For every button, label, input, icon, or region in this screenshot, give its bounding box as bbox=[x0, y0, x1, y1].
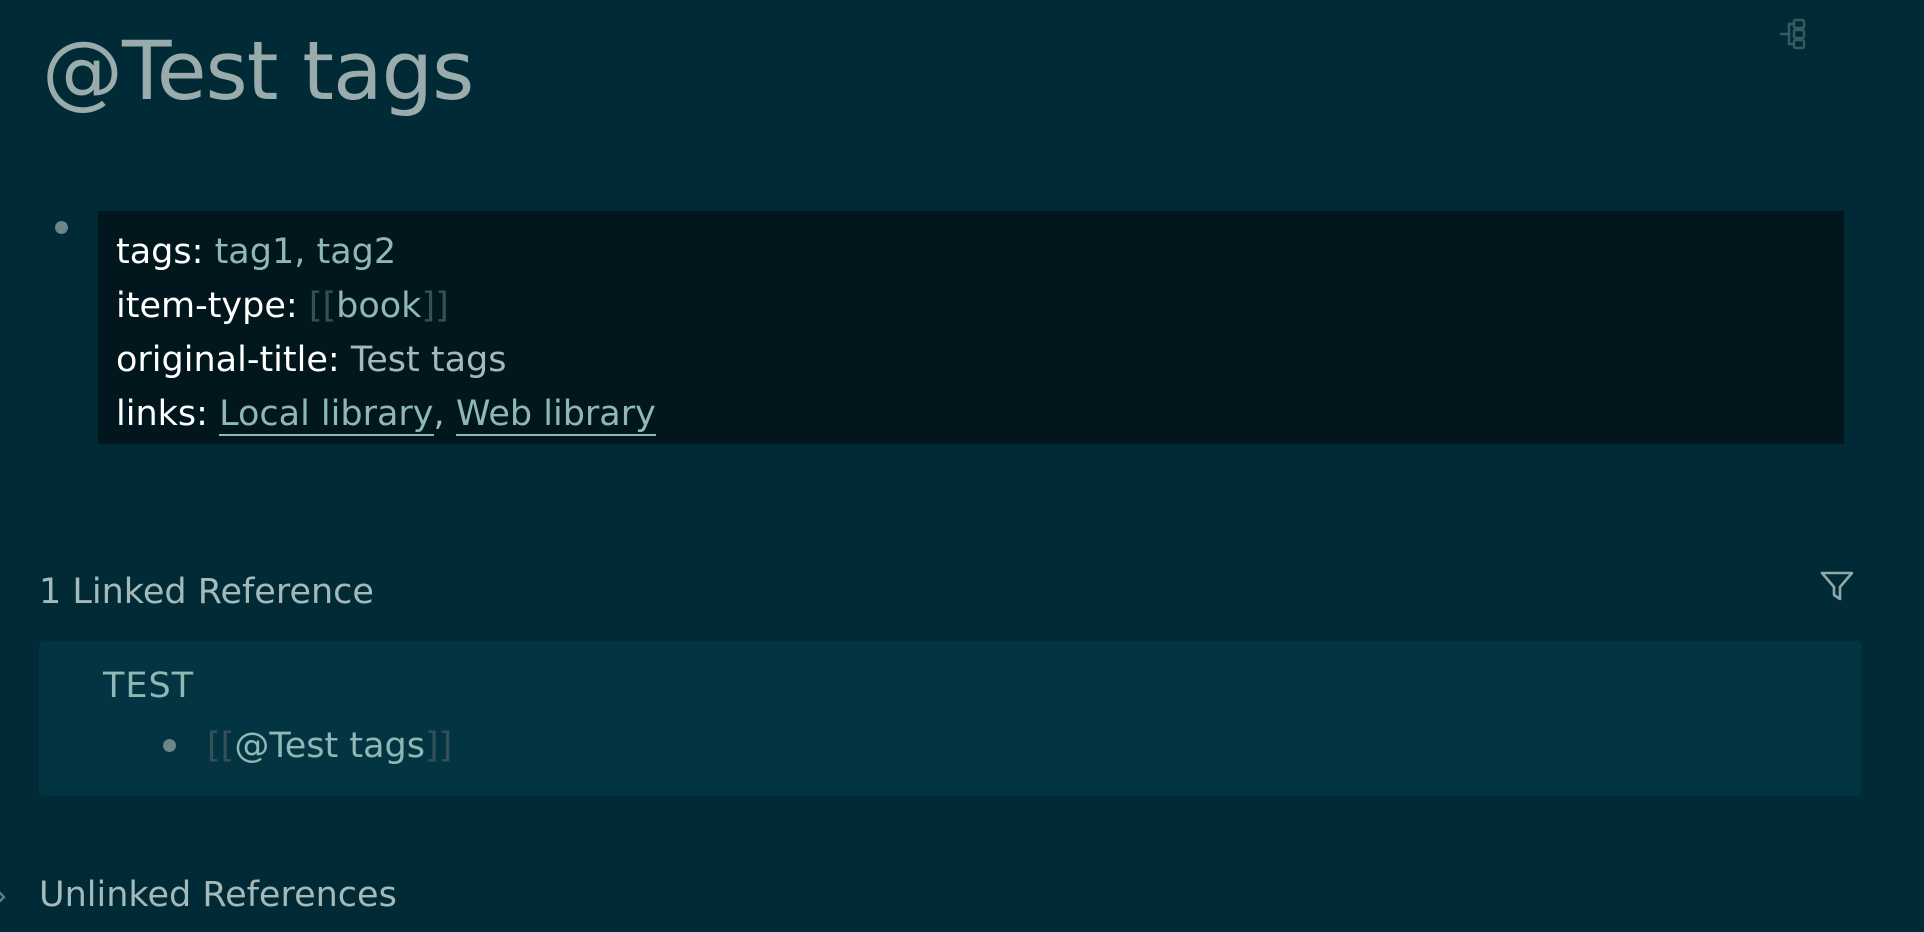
filter-icon[interactable] bbox=[1818, 567, 1856, 605]
property-key: original-title bbox=[116, 340, 328, 380]
reference-block-content[interactable]: [[@Test tags]] bbox=[207, 719, 452, 773]
property-row-item-type: item-type: [[book]] bbox=[116, 279, 1844, 333]
unlinked-references-toggle[interactable]: Unlinked References bbox=[39, 871, 397, 919]
bracket-open: [[ bbox=[308, 286, 337, 326]
linked-reference-panel: TEST [[@Test tags]] bbox=[39, 641, 1862, 796]
outline-toggle-icon[interactable] bbox=[1778, 18, 1808, 50]
property-separator: : bbox=[327, 340, 340, 380]
property-key: item-type bbox=[116, 286, 286, 326]
chevron-right-icon[interactable] bbox=[0, 885, 10, 909]
property-separator: : bbox=[191, 232, 204, 272]
comma: , bbox=[294, 232, 306, 272]
property-separator: : bbox=[285, 286, 298, 326]
property-key: links bbox=[116, 394, 197, 434]
property-row-original-title: original-title: Test tags bbox=[116, 333, 1844, 387]
page-title[interactable]: @Test tags bbox=[42, 22, 474, 122]
reference-block-bullet[interactable] bbox=[163, 739, 176, 752]
property-key: tags bbox=[116, 232, 192, 272]
page-view: @Test tags tags: tag1, tag2 item-type: [… bbox=[0, 0, 1924, 932]
page-reference-link[interactable]: @Test tags bbox=[234, 726, 425, 766]
local-library-link[interactable]: Local library bbox=[219, 394, 434, 436]
property-separator: : bbox=[196, 394, 208, 434]
comma: , bbox=[433, 394, 445, 434]
web-library-link[interactable]: Web library bbox=[455, 394, 656, 436]
linked-references-heading: 1 Linked Reference bbox=[39, 572, 374, 612]
block-bullet[interactable] bbox=[55, 221, 68, 234]
property-row-links: links: Local library, Web library bbox=[116, 387, 1844, 441]
property-value: Test tags bbox=[350, 340, 507, 380]
property-row-tags: tags: tag1, tag2 bbox=[116, 225, 1844, 279]
bracket-close: ]] bbox=[421, 286, 449, 326]
tag-value[interactable]: tag2 bbox=[317, 232, 397, 272]
bracket-close: ]] bbox=[424, 726, 453, 766]
reference-page-title[interactable]: TEST bbox=[103, 661, 194, 711]
tag-value[interactable]: tag1 bbox=[215, 232, 295, 272]
properties-block[interactable]: tags: tag1, tag2 item-type: [[book]] ori… bbox=[98, 211, 1844, 444]
bracket-open: [[ bbox=[207, 726, 235, 766]
page-reference-link[interactable]: book bbox=[336, 286, 421, 326]
